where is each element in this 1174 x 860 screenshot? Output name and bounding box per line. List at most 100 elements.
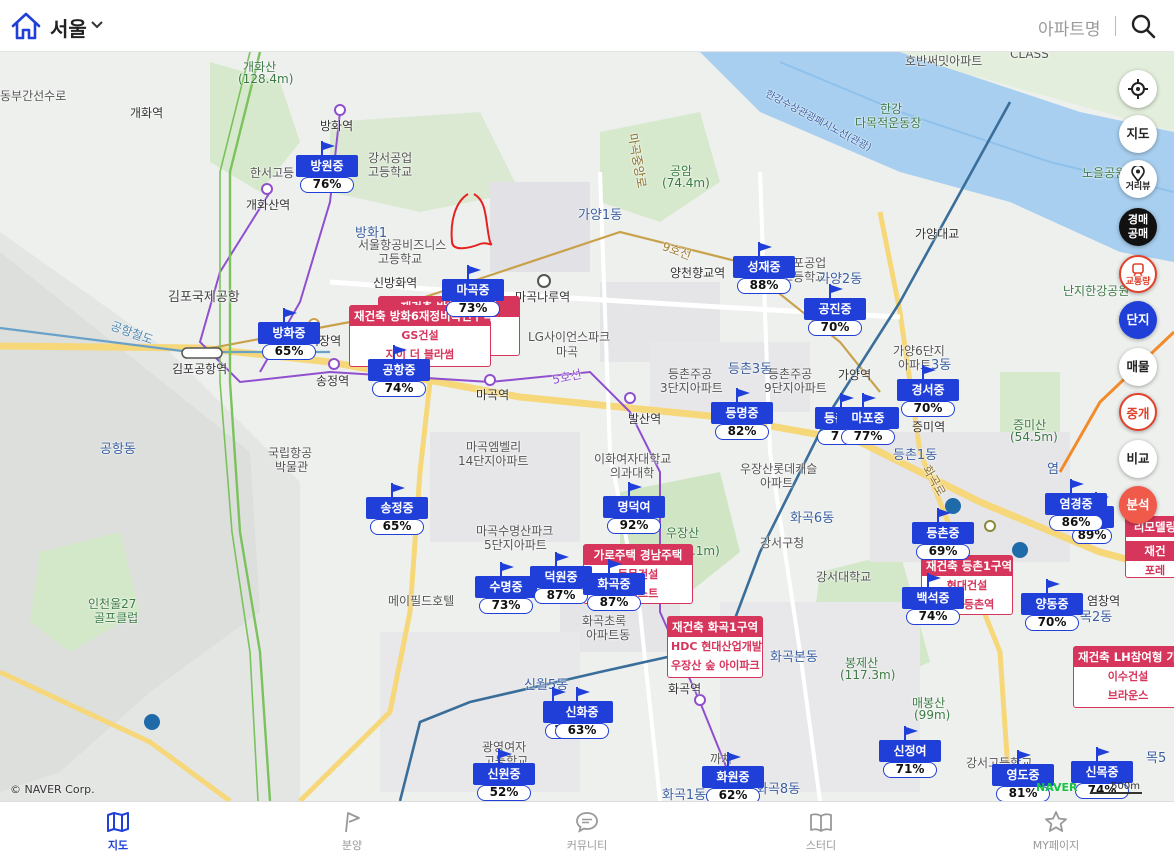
school-marker[interactable]: 백석중 74%: [902, 573, 964, 629]
street-view-button[interactable]: 거리뷰: [1119, 160, 1157, 198]
school-percent: 74%: [372, 381, 426, 397]
redev-remodeling-box[interactable]: 리모델링 재건 포레: [1125, 516, 1174, 578]
redev-hwagok1-box[interactable]: 재건축 화곡1구역 HDC 현대산업개발 우장산 숲 아이파크: [667, 616, 763, 678]
map-canvas[interactable]: 개화산 (128.4m) 동부간선수로 개화역 방화역 개화산역 강서공업 고등…: [0, 52, 1174, 801]
map-label: 가양1동: [578, 208, 623, 223]
map-label: 9단지아파트: [764, 381, 827, 395]
school-marker[interactable]: 송정중 65%: [366, 483, 428, 539]
auction-button[interactable]: 경매 공매: [1119, 208, 1157, 246]
map-label: 고등학교: [368, 165, 413, 179]
school-name: 등촌중: [912, 522, 974, 544]
school-percent: 73%: [446, 301, 500, 317]
nav-study[interactable]: 스터디: [761, 810, 881, 853]
map-label: 양천향교역: [670, 266, 726, 280]
map-label: 가양역: [838, 368, 872, 382]
school-marker[interactable]: 성재중 88%: [733, 242, 795, 298]
map-label: 화곡본동: [770, 650, 818, 665]
school-marker[interactable]: 신화중 63%: [551, 687, 613, 743]
school-percent: 65%: [262, 344, 316, 360]
school-percent: 77%: [841, 429, 895, 445]
bottom-nav: 지도 분양 커뮤니티 스터디 MY페이지: [0, 801, 1174, 860]
nav-community[interactable]: 커뮤니티: [527, 810, 647, 853]
apartment-search-input[interactable]: 아파트명: [1038, 15, 1101, 40]
broker-button[interactable]: 중개: [1119, 393, 1157, 431]
map-label: 개화산역: [246, 198, 291, 212]
school-marker[interactable]: 등촌중 69%: [912, 508, 974, 564]
school-percent: 88%: [737, 278, 791, 294]
school-percent: 70%: [808, 320, 862, 336]
compare-button[interactable]: 비교: [1119, 440, 1157, 478]
map-label: 5단지아파트: [484, 538, 547, 552]
map-type-button[interactable]: 지도: [1119, 115, 1157, 153]
map-label: 화곡1동: [662, 788, 707, 801]
redev-lh-box[interactable]: 재건축 LH참여형 가로 이수건설 브라운스: [1073, 646, 1174, 708]
school-name: 공진중: [804, 298, 866, 320]
school-marker[interactable]: 등명중 82%: [711, 388, 773, 444]
traffic-button[interactable]: 교통량: [1119, 255, 1157, 293]
nav-map[interactable]: 지도: [58, 810, 178, 853]
redev-brand: 우장산 숲 아이파크: [671, 659, 760, 672]
map-label: 발산역: [628, 412, 662, 426]
complex-button[interactable]: 단지: [1119, 301, 1157, 339]
school-marker[interactable]: 화곡중 87%: [583, 559, 645, 615]
map-label: 개화역: [130, 106, 164, 120]
school-marker[interactable]: 경서중 70%: [897, 365, 959, 421]
map-label: 김포국제공항: [168, 290, 240, 305]
redev-title: 재건: [1126, 541, 1174, 561]
school-marker[interactable]: 신정여 71%: [879, 726, 941, 782]
nav-presale[interactable]: 분양: [292, 810, 412, 853]
region-selector[interactable]: 서울: [50, 13, 87, 42]
nav-label: 커뮤니티: [566, 839, 608, 852]
map-label: 강서대학교: [816, 570, 872, 584]
school-marker[interactable]: 방화중 65%: [258, 308, 320, 364]
nav-mypage[interactable]: MY페이지: [996, 810, 1116, 853]
map-label: 마곡역: [476, 388, 510, 402]
school-percent: 52%: [477, 785, 531, 801]
school-name: 화곡중: [583, 573, 645, 595]
school-percent: 71%: [883, 762, 937, 778]
school-marker[interactable]: 명덕여 92%: [603, 482, 665, 538]
flag-outline-icon: [345, 812, 360, 833]
map-label: (99m): [914, 708, 951, 722]
redev-builder: HDC 현대산업개발: [671, 640, 762, 653]
chat-bubble-icon: [576, 812, 598, 833]
map-label: 의과대학: [610, 466, 655, 480]
school-name: 방화중: [258, 322, 320, 344]
school-name: 공항중: [368, 359, 430, 381]
school-percent: 82%: [715, 424, 769, 440]
map-label: 한서고등: [250, 166, 295, 180]
map-label: 아파트: [760, 476, 794, 490]
school-marker[interactable]: 마포중 77%: [837, 393, 899, 449]
school-marker[interactable]: 수명중 73%: [475, 562, 537, 618]
school-marker[interactable]: 마곡중 73%: [442, 265, 504, 321]
public-auction-label: 공매: [1127, 227, 1149, 240]
map-label: 고등학교: [378, 252, 423, 266]
redev-title: 재건축 LH참여형 가로: [1074, 647, 1174, 667]
app-root: 서울 아파트명 개화산 (128.4m) 동부간선수로 개화역 방화역 개화산역…: [0, 0, 1174, 860]
school-name: 신목중: [1071, 761, 1133, 783]
school-marker[interactable]: 공항중 74%: [368, 345, 430, 401]
school-marker[interactable]: 공진중 70%: [804, 284, 866, 340]
school-marker[interactable]: 방원중 76%: [296, 141, 358, 197]
current-location-button[interactable]: [1119, 70, 1157, 108]
school-marker[interactable]: 염경중 86%: [1045, 479, 1107, 535]
map-label: (117.3m): [840, 668, 896, 682]
home-icon[interactable]: [10, 11, 42, 41]
map-label: (128.4m): [238, 72, 294, 86]
redev-builder: GS건설: [401, 329, 439, 342]
school-percent: 70%: [1025, 615, 1079, 631]
school-marker[interactable]: 화원중 62%: [702, 752, 764, 801]
school-percent: 87%: [587, 595, 641, 611]
school-marker[interactable]: 신원중 52%: [473, 749, 535, 801]
map-label: 다목적운동장: [855, 116, 922, 130]
map-label: 3단지아파트: [660, 381, 723, 395]
school-name: 수명중: [475, 576, 537, 598]
school-percent: 70%: [901, 401, 955, 417]
school-marker[interactable]: 양동중 70%: [1021, 579, 1083, 635]
listing-button[interactable]: 매물: [1119, 348, 1157, 386]
map-label: 등촌3동: [728, 362, 773, 377]
search-icon[interactable]: [1130, 13, 1156, 39]
analysis-button[interactable]: 분석: [1119, 486, 1157, 524]
map-label: 14단지아파트: [458, 454, 529, 468]
chevron-down-icon[interactable]: [90, 15, 104, 35]
